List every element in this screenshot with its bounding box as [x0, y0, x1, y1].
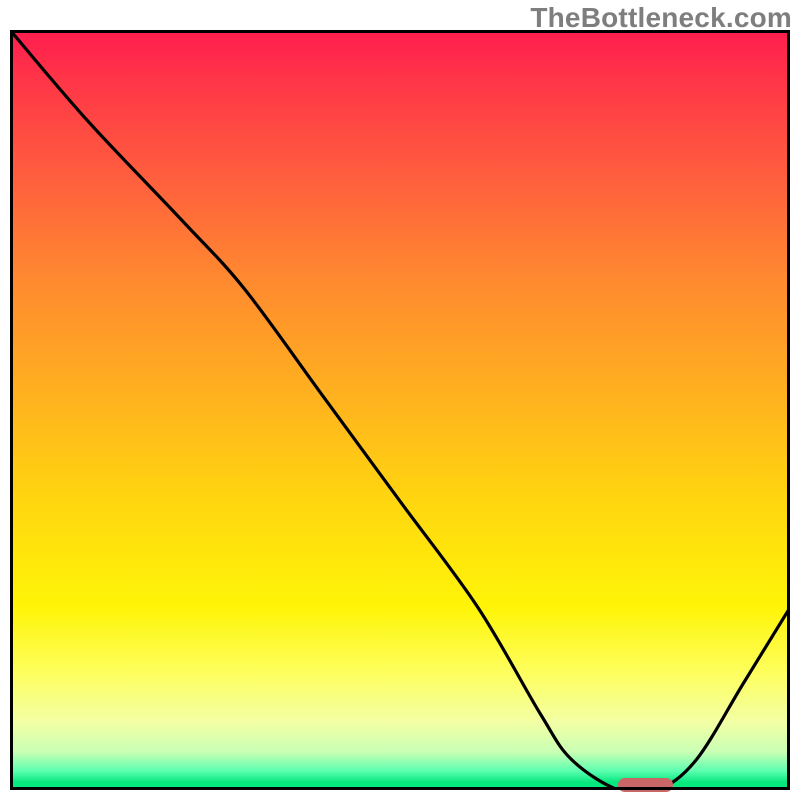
- optimal-marker: [618, 778, 673, 792]
- bottleneck-curve: [10, 30, 790, 790]
- watermark-text: TheBottleneck.com: [530, 2, 792, 34]
- plot-frame: [10, 30, 790, 790]
- curve-layer: [10, 30, 790, 790]
- chart-container: TheBottleneck.com: [0, 0, 800, 800]
